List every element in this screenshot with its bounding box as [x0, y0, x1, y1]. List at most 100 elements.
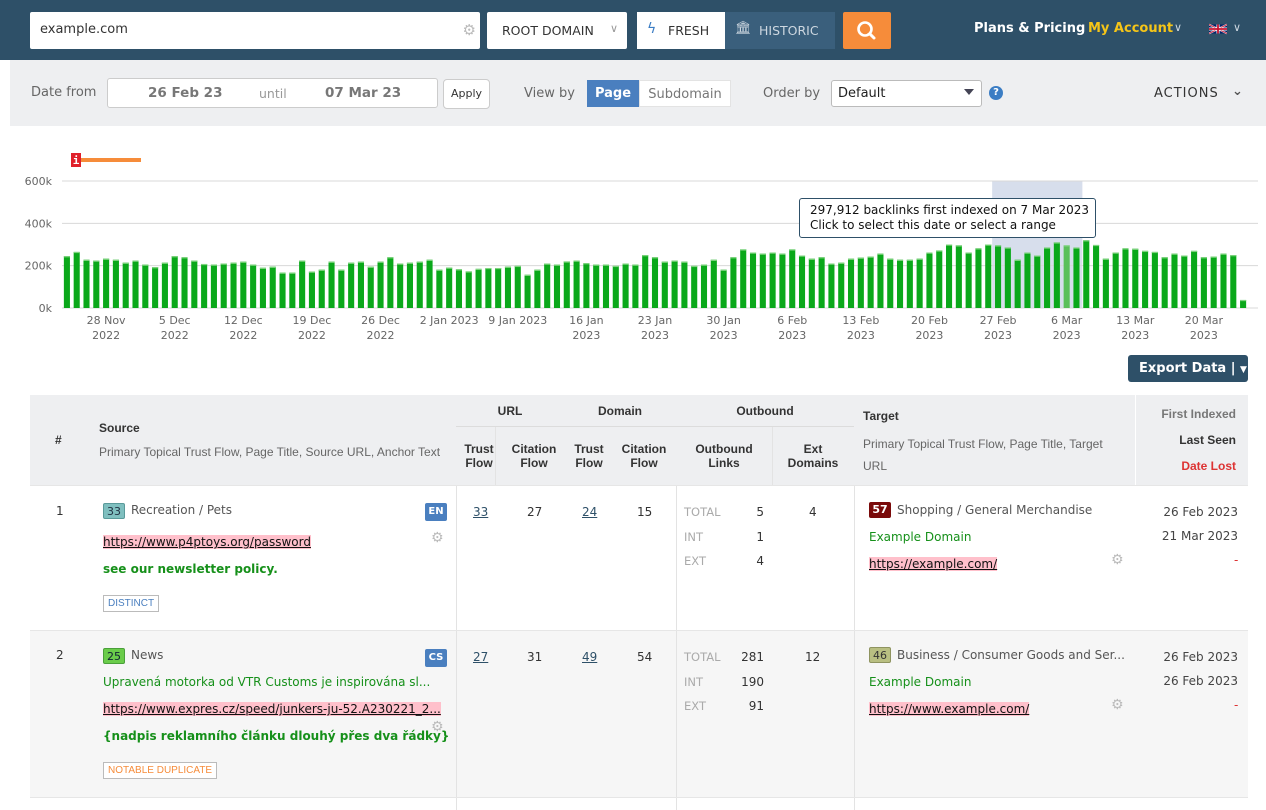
chart-bar[interactable]: [1132, 248, 1139, 308]
chart-bar[interactable]: [191, 260, 198, 308]
chart-bar[interactable]: [1053, 242, 1060, 308]
chevron-down-icon[interactable]: ∨: [1233, 21, 1241, 34]
chart-bar[interactable]: [602, 264, 610, 308]
chart-bar[interactable]: [406, 262, 413, 308]
gear-icon[interactable]: ⚙: [1111, 552, 1124, 568]
chart-bar[interactable]: [1151, 251, 1158, 308]
chart-bar[interactable]: [700, 264, 708, 308]
uk-flag-icon[interactable]: [1209, 23, 1227, 35]
chart-bar[interactable]: [485, 267, 492, 308]
date-range-picker[interactable]: 26 Feb 23 until 07 Mar 23: [107, 78, 438, 108]
chart-bar[interactable]: [416, 261, 423, 308]
chart-bar[interactable]: [1181, 255, 1188, 308]
chart-bar[interactable]: [681, 261, 688, 308]
chart-bar[interactable]: [544, 263, 551, 308]
chart-bar[interactable]: [867, 256, 874, 308]
chart-bar[interactable]: [338, 269, 345, 308]
chart-bar[interactable]: [553, 264, 561, 308]
view-by-subdomain-button[interactable]: Subdomain: [639, 80, 731, 107]
chart-bar[interactable]: [1112, 252, 1119, 308]
chart-bar[interactable]: [710, 259, 717, 308]
chart-bar[interactable]: [1024, 252, 1031, 308]
date-from-input[interactable]: 26 Feb 23: [148, 85, 222, 101]
chart-bar[interactable]: [720, 269, 727, 308]
url-trust-flow-link[interactable]: 33: [473, 505, 488, 519]
header-domain-citation-flow[interactable]: Citation Flow: [616, 442, 672, 470]
chart-bar[interactable]: [387, 257, 394, 308]
chart-bar[interactable]: [465, 271, 472, 308]
chart-bar[interactable]: [279, 272, 286, 308]
chevron-down-icon[interactable]: ∨: [1174, 21, 1182, 34]
chevron-down-icon[interactable]: ⌄: [1232, 84, 1243, 99]
chart-bar[interactable]: [583, 263, 590, 308]
target-url-link[interactable]: https://example.com/: [869, 557, 998, 571]
chart-bar[interactable]: [661, 261, 668, 308]
chart-bar[interactable]: [348, 262, 355, 308]
chart-bar[interactable]: [877, 253, 884, 308]
chart-bar[interactable]: [1014, 259, 1021, 308]
chart-bar[interactable]: [789, 249, 796, 308]
chart-bar[interactable]: [1034, 255, 1041, 308]
plans-pricing-link[interactable]: Plans & Pricing: [974, 21, 1085, 36]
chart-bar[interactable]: [642, 255, 649, 308]
chart-bar[interactable]: [132, 260, 139, 308]
chart-bar[interactable]: [593, 264, 600, 308]
event-range-marker[interactable]: [81, 158, 141, 162]
source-url-link[interactable]: https://www.p4ptoys.org/password: [103, 535, 311, 549]
chart-bar[interactable]: [955, 245, 962, 308]
header-first-indexed[interactable]: First Indexed: [1161, 407, 1236, 421]
view-by-page-button[interactable]: Page: [587, 80, 639, 107]
chart-bar[interactable]: [936, 250, 943, 308]
chart-bar[interactable]: [730, 257, 737, 308]
chart-bar[interactable]: [1220, 253, 1227, 308]
source-url-link[interactable]: https://www.expres.cz/speed/junkers-ju-5…: [103, 702, 441, 716]
chart-bar[interactable]: [847, 258, 855, 308]
search-input[interactable]: example.com ⚙: [30, 12, 480, 49]
order-by-select[interactable]: Default: [831, 80, 982, 107]
gear-icon[interactable]: ⚙: [431, 530, 444, 546]
chart-bar[interactable]: [63, 256, 70, 308]
chart-bar[interactable]: [240, 261, 247, 308]
header-ext-domains[interactable]: Ext Domains: [778, 442, 848, 470]
chart-bar[interactable]: [798, 255, 806, 308]
chart-bar[interactable]: [1210, 256, 1217, 308]
chart-bar[interactable]: [93, 260, 100, 308]
fresh-index-toggle[interactable]: ϟ FRESH: [637, 12, 725, 49]
my-account-menu[interactable]: My Account: [1088, 21, 1173, 36]
chart-bar[interactable]: [446, 267, 453, 308]
chart-bar[interactable]: [651, 257, 659, 308]
chart-bar[interactable]: [740, 249, 747, 308]
chart-bar[interactable]: [1161, 257, 1168, 308]
chart-bar[interactable]: [201, 263, 208, 308]
chart-bar[interactable]: [161, 262, 168, 308]
target-url-link[interactable]: https://www.example.com/: [869, 702, 1030, 716]
chart-bar[interactable]: [426, 259, 433, 308]
chart-bar[interactable]: [808, 258, 815, 308]
chart-bar[interactable]: [534, 269, 541, 308]
chart-bar[interactable]: [622, 263, 629, 308]
chart-bar[interactable]: [632, 264, 639, 308]
chart-bar[interactable]: [377, 261, 384, 308]
chart-bar[interactable]: [122, 262, 129, 308]
chart-bar[interactable]: [838, 262, 845, 308]
chart-bar[interactable]: [691, 265, 698, 308]
chart-bar[interactable]: [946, 244, 953, 309]
chart-bar[interactable]: [779, 253, 786, 308]
actions-menu[interactable]: ACTIONS: [1154, 86, 1219, 101]
chart-bar[interactable]: [1073, 247, 1080, 308]
chart-bar[interactable]: [524, 274, 531, 308]
chart-bar[interactable]: [142, 264, 149, 308]
apply-button[interactable]: Apply: [443, 79, 490, 109]
header-domain-trust-flow[interactable]: Trust Flow: [566, 442, 612, 470]
chart-bar[interactable]: [357, 261, 364, 308]
search-input-value[interactable]: example.com: [40, 22, 128, 37]
domain-trust-flow-link[interactable]: 24: [582, 505, 597, 519]
chart-bar[interactable]: [1171, 253, 1178, 308]
header-date-lost[interactable]: Date Lost: [1181, 459, 1236, 473]
chart-bar[interactable]: [769, 252, 776, 308]
chart-bar[interactable]: [367, 266, 374, 308]
chart-bar[interactable]: [504, 266, 512, 308]
chart-bar[interactable]: [612, 265, 619, 308]
chart-bar[interactable]: [887, 258, 894, 308]
gear-icon[interactable]: ⚙: [1111, 697, 1124, 713]
